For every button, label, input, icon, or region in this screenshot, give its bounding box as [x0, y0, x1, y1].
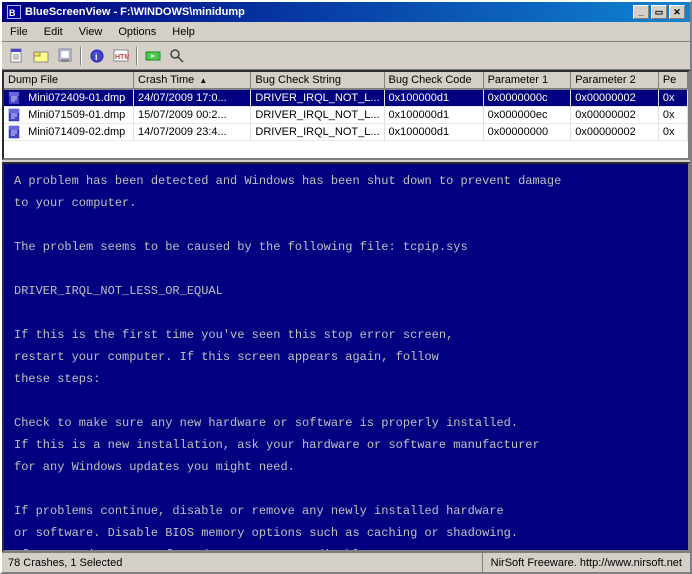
- col-crash-time[interactable]: Crash Time ▲: [134, 72, 251, 89]
- svg-text:B: B: [9, 8, 16, 18]
- bsod-spacer: [14, 260, 678, 278]
- cell-dump-file: Mini072409-01.dmp: [4, 89, 134, 107]
- bsod-line: restart your computer. If this screen ap…: [14, 348, 678, 366]
- status-bar: 78 Crashes, 1 Selected NirSoft Freeware.…: [2, 552, 690, 572]
- bsod-spacer: [14, 392, 678, 410]
- bsod-line: for any Windows updates you might need.: [14, 458, 678, 476]
- title-text: BlueScreenView - F:\WINDOWS\minidump: [25, 6, 245, 18]
- main-content: Dump File Crash Time ▲ Bug Check String …: [2, 70, 690, 552]
- crash-table-container: Dump File Crash Time ▲ Bug Check String …: [2, 70, 690, 160]
- main-window: B BlueScreenView - F:\WINDOWS\minidump _…: [0, 0, 692, 574]
- menu-bar: File Edit View Options Help: [2, 22, 690, 42]
- svg-text:HTML: HTML: [115, 54, 129, 61]
- sort-arrow: ▲: [199, 76, 207, 85]
- table-scroll[interactable]: Dump File Crash Time ▲ Bug Check String …: [4, 72, 688, 158]
- bsod-line: The problem seems to be caused by the fo…: [14, 238, 678, 256]
- table-header-row: Dump File Crash Time ▲ Bug Check String …: [4, 72, 688, 89]
- status-right: NirSoft Freeware. http://www.nirsoft.net: [483, 553, 690, 572]
- bsod-display[interactable]: A problem has been detected and Windows …: [2, 162, 690, 552]
- svg-text:i: i: [95, 52, 98, 62]
- cell-bug-check-code: 0x100000d1: [384, 107, 483, 124]
- cell-bug-check-string: DRIVER_IRQL_NOT_L...: [251, 124, 384, 141]
- cell-dump-file: Mini071409-02.dmp: [4, 124, 134, 141]
- toolbar-btn-5[interactable]: HTML: [110, 45, 132, 67]
- table-row[interactable]: Mini071409-02.dmp 14/07/2009 23:4... DRI…: [4, 124, 688, 141]
- cell-bug-check-code: 0x100000d1: [384, 124, 483, 141]
- crash-table: Dump File Crash Time ▲ Bug Check String …: [4, 72, 688, 141]
- toolbar-sep-1: [80, 47, 82, 65]
- col-dump-file[interactable]: Dump File: [4, 72, 134, 89]
- col-param1[interactable]: Parameter 1: [483, 72, 571, 89]
- bsod-line: If this is the first time you've seen th…: [14, 326, 678, 344]
- cell-bug-check-string: DRIVER_IRQL_NOT_L...: [251, 89, 384, 107]
- cell-bug-check-code: 0x100000d1: [384, 89, 483, 107]
- cell-bug-check-string: DRIVER_IRQL_NOT_L...: [251, 107, 384, 124]
- close-button[interactable]: ✕: [669, 5, 685, 19]
- toolbar-btn-7[interactable]: [166, 45, 188, 67]
- menu-edit[interactable]: Edit: [36, 24, 71, 40]
- bsod-line: If problems continue, disable or remove …: [14, 502, 678, 520]
- bsod-spacer: [14, 216, 678, 234]
- bsod-line: to your computer.: [14, 194, 678, 212]
- col-bug-check-code[interactable]: Bug Check Code: [384, 72, 483, 89]
- menu-file[interactable]: File: [2, 24, 36, 40]
- col-bug-check-string[interactable]: Bug Check String: [251, 72, 384, 89]
- cell-param2: 0x00000002: [571, 89, 659, 107]
- bsod-stop-code: DRIVER_IRQL_NOT_LESS_OR_EQUAL: [14, 282, 678, 300]
- col-param2[interactable]: Parameter 2: [571, 72, 659, 89]
- bsod-line: Check to make sure any new hardware or s…: [14, 414, 678, 432]
- status-attribution: NirSoft Freeware. http://www.nirsoft.net: [491, 557, 682, 569]
- toolbar-btn-3[interactable]: [54, 45, 76, 67]
- bsod-line: these steps:: [14, 370, 678, 388]
- cell-pe: 0x: [658, 124, 687, 141]
- table-row[interactable]: Mini071509-01.dmp 15/07/2009 00:2... DRI…: [4, 107, 688, 124]
- cell-pe: 0x: [658, 107, 687, 124]
- bsod-line: or software. Disable BIOS memory options…: [14, 524, 678, 542]
- toolbar-btn-4[interactable]: i: [86, 45, 108, 67]
- title-bar: B BlueScreenView - F:\WINDOWS\minidump _…: [2, 2, 690, 22]
- bsod-spacer: [14, 304, 678, 322]
- cell-crash-time: 14/07/2009 23:4...: [134, 124, 251, 141]
- menu-help[interactable]: Help: [164, 24, 203, 40]
- table-row[interactable]: Mini072409-01.dmp 24/07/2009 17:0... DRI…: [4, 89, 688, 107]
- status-crash-count: 78 Crashes, 1 Selected: [8, 557, 122, 569]
- toolbar: i HTML: [2, 42, 690, 70]
- cell-param2: 0x00000002: [571, 107, 659, 124]
- toolbar-btn-1[interactable]: [6, 45, 28, 67]
- bsod-line: A problem has been detected and Windows …: [14, 172, 678, 190]
- restore-button[interactable]: ▭: [651, 5, 667, 19]
- toolbar-btn-2[interactable]: [30, 45, 52, 67]
- cell-crash-time: 15/07/2009 00:2...: [134, 107, 251, 124]
- menu-view[interactable]: View: [71, 24, 111, 40]
- bsod-line: If this is a new installation, ask your …: [14, 436, 678, 454]
- col-pe[interactable]: Pe: [658, 72, 687, 89]
- toolbar-btn-6[interactable]: [142, 45, 164, 67]
- cell-pe: 0x: [658, 89, 687, 107]
- status-left: 78 Crashes, 1 Selected: [2, 553, 483, 572]
- cell-param1: 0x000000ec: [483, 107, 571, 124]
- cell-crash-time: 24/07/2009 17:0...: [134, 89, 251, 107]
- cell-param1: 0x00000000: [483, 124, 571, 141]
- menu-options[interactable]: Options: [110, 24, 164, 40]
- app-icon: B: [7, 5, 21, 19]
- cell-param1: 0x0000000c: [483, 89, 571, 107]
- cell-dump-file: Mini071509-01.dmp: [4, 107, 134, 124]
- bsod-spacer: [14, 480, 678, 498]
- toolbar-sep-2: [136, 47, 138, 65]
- cell-param2: 0x00000002: [571, 124, 659, 141]
- minimize-button[interactable]: _: [633, 5, 649, 19]
